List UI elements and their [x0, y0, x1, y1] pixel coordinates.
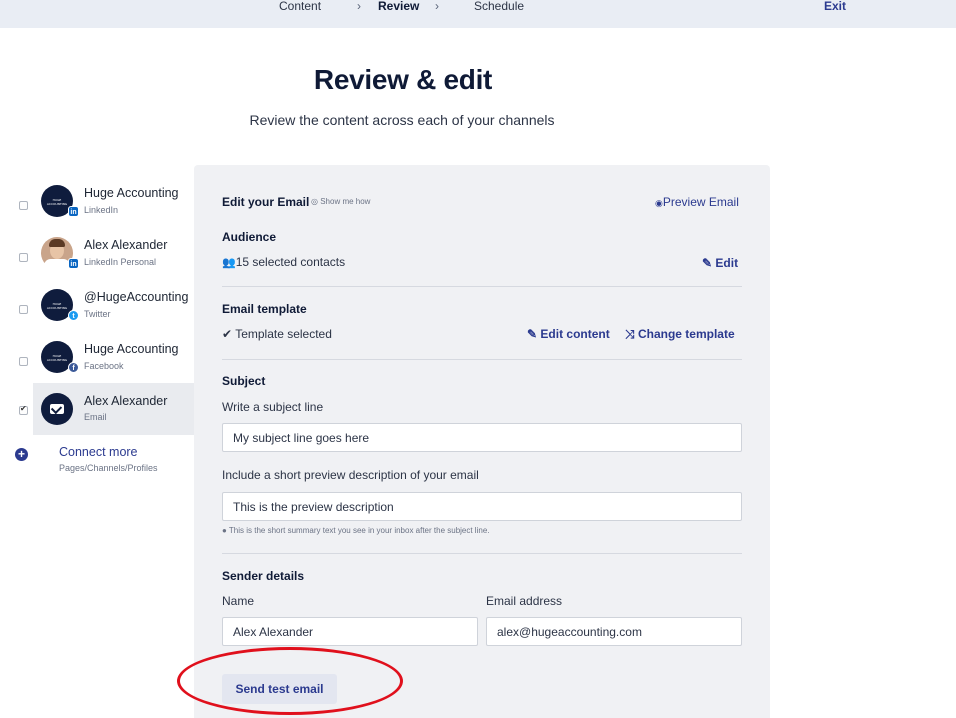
- channel-checkbox[interactable]: [19, 201, 28, 210]
- check-icon: ✔: [222, 327, 233, 341]
- channel-name: Huge Accounting: [84, 186, 179, 200]
- eye-icon: ◉: [655, 198, 663, 208]
- channel-name: @HugeAccounting: [84, 290, 189, 304]
- twitter-icon: t: [68, 310, 79, 321]
- channel-type: Facebook: [84, 361, 124, 371]
- subject-input[interactable]: [222, 423, 742, 452]
- step-review[interactable]: Review: [378, 0, 419, 13]
- page-subtitle: Review the content across each of your c…: [249, 112, 555, 128]
- channel-item-alex-linkedin-personal[interactable]: in Alex Alexander LinkedIn Personal: [0, 227, 194, 279]
- change-template-button[interactable]: ⤨ Change template: [625, 327, 735, 342]
- brand-logo: HUGE ACCOUNTING: [46, 354, 68, 362]
- pencil-icon: ✎: [527, 327, 538, 341]
- linkedin-icon: in: [68, 258, 79, 269]
- preview-hint: ● This is the short summary text you see…: [222, 526, 490, 535]
- template-heading: Email template: [222, 302, 307, 316]
- avatar: [41, 393, 73, 425]
- audience-edit-button[interactable]: ✎ Edit: [702, 256, 738, 270]
- eye-icon: ◎: [311, 197, 321, 206]
- sender-name-label: Name: [222, 594, 255, 608]
- channel-item-huge-accounting-twitter[interactable]: HUGE ACCOUNTING t @HugeAccounting Twitte…: [0, 279, 194, 331]
- connect-more-link[interactable]: Connect more: [59, 445, 138, 459]
- email-icon: [50, 404, 64, 414]
- chevron-right-icon: ›: [435, 0, 439, 13]
- chevron-right-icon: ›: [357, 0, 361, 13]
- sender-email-input[interactable]: [486, 617, 742, 646]
- channel-type: Twitter: [84, 309, 111, 319]
- subject-heading: Subject: [222, 374, 266, 388]
- show-me-how-link[interactable]: ◎ Show me how: [311, 197, 370, 206]
- edit-content-button[interactable]: ✎ Edit content: [527, 327, 610, 341]
- exit-link[interactable]: Exit: [824, 0, 846, 13]
- subject-label: Write a subject line: [222, 400, 324, 414]
- step-content[interactable]: Content: [279, 0, 321, 13]
- pencil-icon: ✎: [702, 256, 713, 270]
- users-icon: 👥: [222, 257, 236, 269]
- connect-more-subtitle: Pages/Channels/Profiles: [59, 463, 158, 473]
- info-icon: ●: [222, 526, 227, 535]
- channel-checkbox[interactable]: [19, 357, 28, 366]
- page-title: Review & edit: [313, 64, 493, 95]
- preview-description-label: Include a short preview description of y…: [222, 468, 479, 482]
- channel-name: Huge Accounting: [84, 342, 179, 356]
- channel-checkbox[interactable]: [19, 253, 28, 262]
- sender-heading: Sender details: [222, 569, 305, 583]
- channel-type: Email: [84, 412, 107, 422]
- sender-name-input[interactable]: [222, 617, 478, 646]
- channel-item-huge-accounting-linkedin[interactable]: HUGE ACCOUNTING in Huge Accounting Linke…: [0, 175, 194, 227]
- divider: [222, 359, 742, 360]
- plus-circle-icon[interactable]: +: [15, 448, 28, 461]
- step-schedule[interactable]: Schedule: [474, 0, 524, 13]
- channel-name: Alex Alexander: [84, 394, 168, 408]
- preview-description-input[interactable]: [222, 492, 742, 521]
- brand-logo: HUGE ACCOUNTING: [46, 302, 68, 310]
- channel-item-huge-accounting-facebook[interactable]: HUGE ACCOUNTING f Huge Accounting Facebo…: [0, 331, 194, 383]
- shuffle-icon: ⤨: [625, 327, 635, 341]
- divider: [222, 553, 742, 554]
- channel-type: LinkedIn Personal: [84, 257, 157, 267]
- email-editor-panel: Edit your Email ◎ Show me how ◉Preview E…: [194, 165, 770, 718]
- audience-heading: Audience: [222, 230, 277, 244]
- editor-title: Edit your Email: [222, 195, 310, 209]
- channel-checkbox[interactable]: [19, 404, 28, 415]
- send-test-email-button[interactable]: Send test email: [222, 674, 337, 704]
- facebook-icon: f: [68, 362, 79, 373]
- brand-logo: HUGE ACCOUNTING: [46, 198, 68, 206]
- sender-email-label: Email address: [486, 594, 563, 608]
- linkedin-icon: in: [68, 206, 79, 217]
- template-status: ✔ Template selected: [222, 327, 332, 341]
- preview-email-link[interactable]: ◉Preview Email: [655, 195, 739, 209]
- audience-contacts: 👥15 selected contacts: [222, 255, 346, 269]
- channel-name: Alex Alexander: [84, 238, 168, 252]
- channel-checkbox[interactable]: [19, 305, 28, 314]
- channel-type: LinkedIn: [84, 205, 119, 215]
- divider: [222, 286, 742, 287]
- top-nav-bar: Content › Review › Schedule Exit: [0, 0, 956, 28]
